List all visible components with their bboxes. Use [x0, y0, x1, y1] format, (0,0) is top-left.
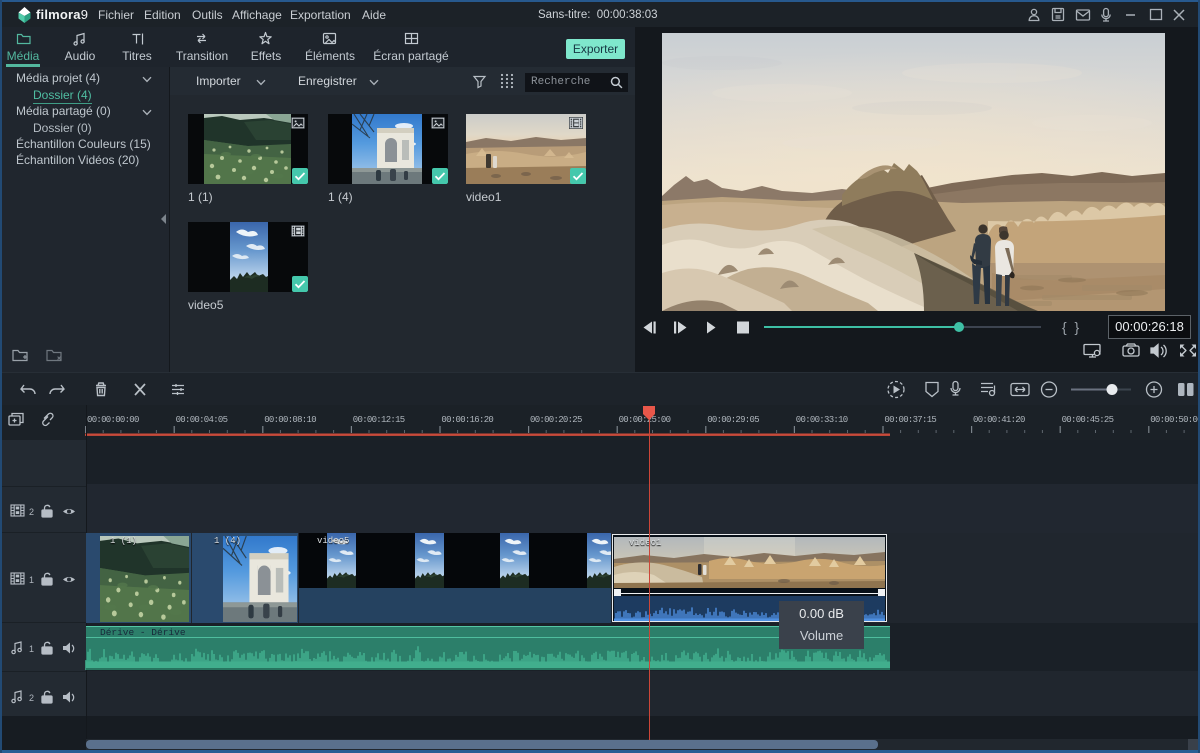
svg-text:00:00:37:15: 00:00:37:15 [884, 415, 936, 425]
svg-text:2: 2 [29, 507, 34, 517]
svg-text:00:00:04:05: 00:00:04:05 [176, 415, 228, 425]
svg-text:1: 1 [29, 644, 34, 654]
svg-text:00:00:12:15: 00:00:12:15 [353, 415, 405, 425]
svg-text:00:00:08:10: 00:00:08:10 [264, 415, 316, 425]
svg-text:00:00:45:25: 00:00:45:25 [1062, 415, 1114, 425]
svg-text:2: 2 [29, 693, 34, 703]
svg-text:00:00:29:05: 00:00:29:05 [707, 415, 759, 425]
svg-text:00:00:41:20: 00:00:41:20 [973, 415, 1025, 425]
svg-text:00:00:50:00: 00:00:50:00 [1150, 415, 1200, 425]
svg-text:00:00:33:10: 00:00:33:10 [796, 415, 848, 425]
svg-text:1: 1 [29, 575, 34, 585]
svg-text:00:00:00:00: 00:00:00:00 [87, 415, 139, 425]
svg-text:00:00:20:25: 00:00:20:25 [530, 415, 582, 425]
svg-text:00:00:16:20: 00:00:16:20 [441, 415, 493, 425]
